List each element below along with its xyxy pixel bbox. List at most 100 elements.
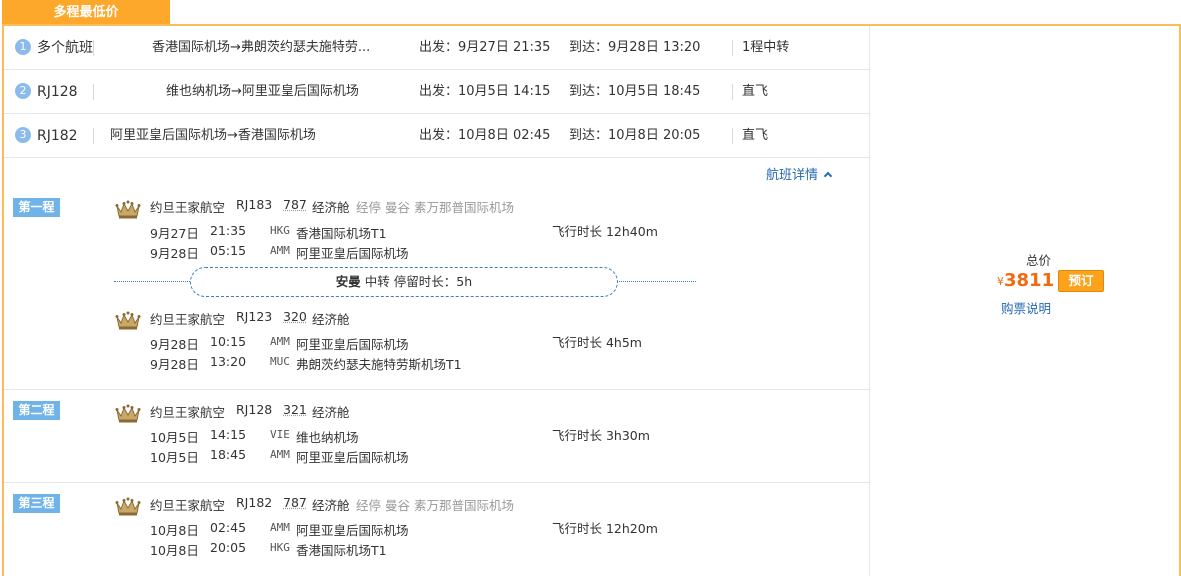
transfer-city: 安曼	[335, 274, 361, 289]
flight-duration: 飞行时长 4h5m	[552, 335, 642, 350]
arr-date: 9月28日	[150, 246, 199, 261]
leg-badge: 第一程	[13, 198, 60, 217]
dep-airport-code: AMM	[270, 521, 290, 534]
arrival: 到达：10月5日 18:45	[569, 84, 701, 99]
divider	[732, 40, 733, 56]
arr-date: 10月5日	[150, 450, 199, 465]
transfer-stay: 停留时长：5h	[393, 274, 473, 289]
airline-crown-icon	[115, 497, 141, 516]
dep-airport-code: AMM	[270, 335, 290, 348]
itinerary-panel: 1 多个航班 香港国际机场→弗朗茨约瑟夫施特劳... 出发：9月27日 21:3…	[4, 26, 870, 576]
flight-number: RJ182	[236, 495, 273, 510]
departure: 出发：10月5日 14:15	[419, 84, 551, 99]
route: 香港国际机场→弗朗茨约瑟夫施特劳...	[152, 40, 371, 55]
divider	[732, 128, 733, 144]
flight-number: RJ128	[236, 402, 273, 417]
airline-name: 约旦王家航空	[150, 200, 226, 215]
price-panel: 总价 ¥ 3811 预订 购票说明	[871, 26, 1179, 576]
leg-badge: 第三程	[13, 494, 60, 513]
dep-airport-code: HKG	[270, 224, 290, 237]
arr-airport: 弗朗茨约瑟夫施特劳斯机场T1	[296, 357, 462, 372]
dep-airport: 阿里亚皇后国际机场	[296, 337, 409, 352]
arr-date: 10月8日	[150, 543, 199, 558]
arr-airport-code: AMM	[270, 244, 290, 257]
divider	[93, 128, 94, 144]
divider	[93, 84, 94, 100]
arr-time: 05:15	[210, 243, 247, 258]
total-price: 3811	[1004, 270, 1055, 291]
aircraft-model[interactable]: 787	[283, 495, 307, 510]
dep-time: 10:15	[210, 334, 247, 349]
tab-multi-lowest-price[interactable]: 多程最低价	[2, 0, 170, 25]
dep-date: 9月28日	[150, 337, 199, 352]
leg-badge: 第二程	[13, 401, 60, 420]
flight-details-toggle[interactable]: 航班详情	[766, 164, 833, 183]
arr-airport: 阿里亚皇后国际机场	[296, 450, 409, 465]
flight-code: RJ128	[37, 84, 78, 100]
flight-type: 直飞	[742, 128, 769, 143]
stopover-info: 经停 曼谷 素万那普国际机场	[356, 200, 514, 215]
leg-divider	[4, 389, 870, 390]
aircraft-model[interactable]: 321	[283, 402, 307, 417]
arr-time: 20:05	[210, 540, 247, 555]
cabin-class: 经济舱	[312, 405, 350, 420]
flight-type: 直飞	[742, 84, 769, 99]
airline-crown-icon	[115, 404, 141, 423]
dep-time: 14:15	[210, 427, 247, 442]
arrival: 到达：9月28日 13:20	[569, 40, 701, 55]
airline-name: 约旦王家航空	[150, 498, 226, 513]
summary-row[interactable]: 2 RJ128 维也纳机场→阿里亚皇后国际机场 出发：10月5日 14:15 到…	[4, 70, 870, 114]
dep-airport: 维也纳机场	[296, 430, 359, 445]
flight-duration: 飞行时长 3h30m	[552, 428, 650, 443]
divider	[732, 84, 733, 100]
aircraft-model[interactable]: 787	[283, 197, 307, 212]
dep-time: 02:45	[210, 520, 247, 535]
dep-airport: 香港国际机场T1	[296, 226, 387, 241]
cabin-class: 经济舱	[312, 498, 350, 513]
result-card: 1 多个航班 香港国际机场→弗朗茨约瑟夫施特劳... 出发：9月27日 21:3…	[2, 24, 1181, 576]
summary-row[interactable]: 3 RJ182 阿里亚皇后国际机场→香港国际机场 出发：10月8日 02:45 …	[4, 114, 870, 158]
departure: 出发：9月27日 21:35	[419, 40, 551, 55]
leg-number: 1	[15, 39, 31, 55]
flight-number: RJ123	[236, 309, 273, 324]
dep-date: 10月8日	[150, 523, 199, 538]
flight-duration: 飞行时长 12h20m	[552, 521, 658, 536]
transfer-box: 安曼 中转 停留时长：5h	[190, 267, 618, 297]
arr-time: 13:20	[210, 354, 247, 369]
leg-divider	[4, 482, 870, 483]
arr-airport: 阿里亚皇后国际机场	[296, 246, 409, 261]
flight-number: RJ183	[236, 197, 273, 212]
airline-crown-icon	[115, 311, 141, 330]
flight-duration: 飞行时长 12h40m	[552, 224, 658, 239]
dep-time: 21:35	[210, 223, 247, 238]
arr-airport: 香港国际机场T1	[296, 543, 387, 558]
currency-symbol: ¥	[997, 275, 1004, 288]
ticket-rules-link[interactable]: 购票说明	[1001, 298, 1051, 317]
arr-date: 9月28日	[150, 357, 199, 372]
dep-airport: 阿里亚皇后国际机场	[296, 523, 409, 538]
airline-name: 约旦王家航空	[150, 405, 226, 420]
dep-date: 10月5日	[150, 430, 199, 445]
arr-airport-code: MUC	[270, 355, 290, 368]
airline-crown-icon	[115, 200, 141, 219]
book-button[interactable]: 预订	[1058, 270, 1104, 292]
chevron-up-icon	[823, 171, 833, 181]
flight-code: 多个航班	[37, 40, 93, 56]
airline-name: 约旦王家航空	[150, 312, 226, 327]
transfer-label: 中转	[364, 274, 390, 289]
leg-number: 3	[15, 127, 31, 143]
divider	[93, 40, 94, 56]
dep-date: 9月27日	[150, 226, 199, 241]
flight-details-label: 航班详情	[766, 168, 819, 183]
cabin-class: 经济舱	[312, 312, 350, 327]
dep-airport-code: VIE	[270, 428, 290, 441]
arr-airport-code: HKG	[270, 541, 290, 554]
aircraft-model[interactable]: 320	[283, 309, 307, 324]
arrival: 到达：10月8日 20:05	[569, 128, 701, 143]
transfer-info: 安曼 中转 停留时长：5h	[114, 267, 696, 297]
total-price-label: 总价	[1026, 253, 1052, 268]
route: 阿里亚皇后国际机场→香港国际机场	[110, 128, 316, 143]
summary-row[interactable]: 1 多个航班 香港国际机场→弗朗茨约瑟夫施特劳... 出发：9月27日 21:3…	[4, 26, 870, 70]
flight-type: 1程中转	[742, 40, 790, 55]
arr-time: 18:45	[210, 447, 247, 462]
